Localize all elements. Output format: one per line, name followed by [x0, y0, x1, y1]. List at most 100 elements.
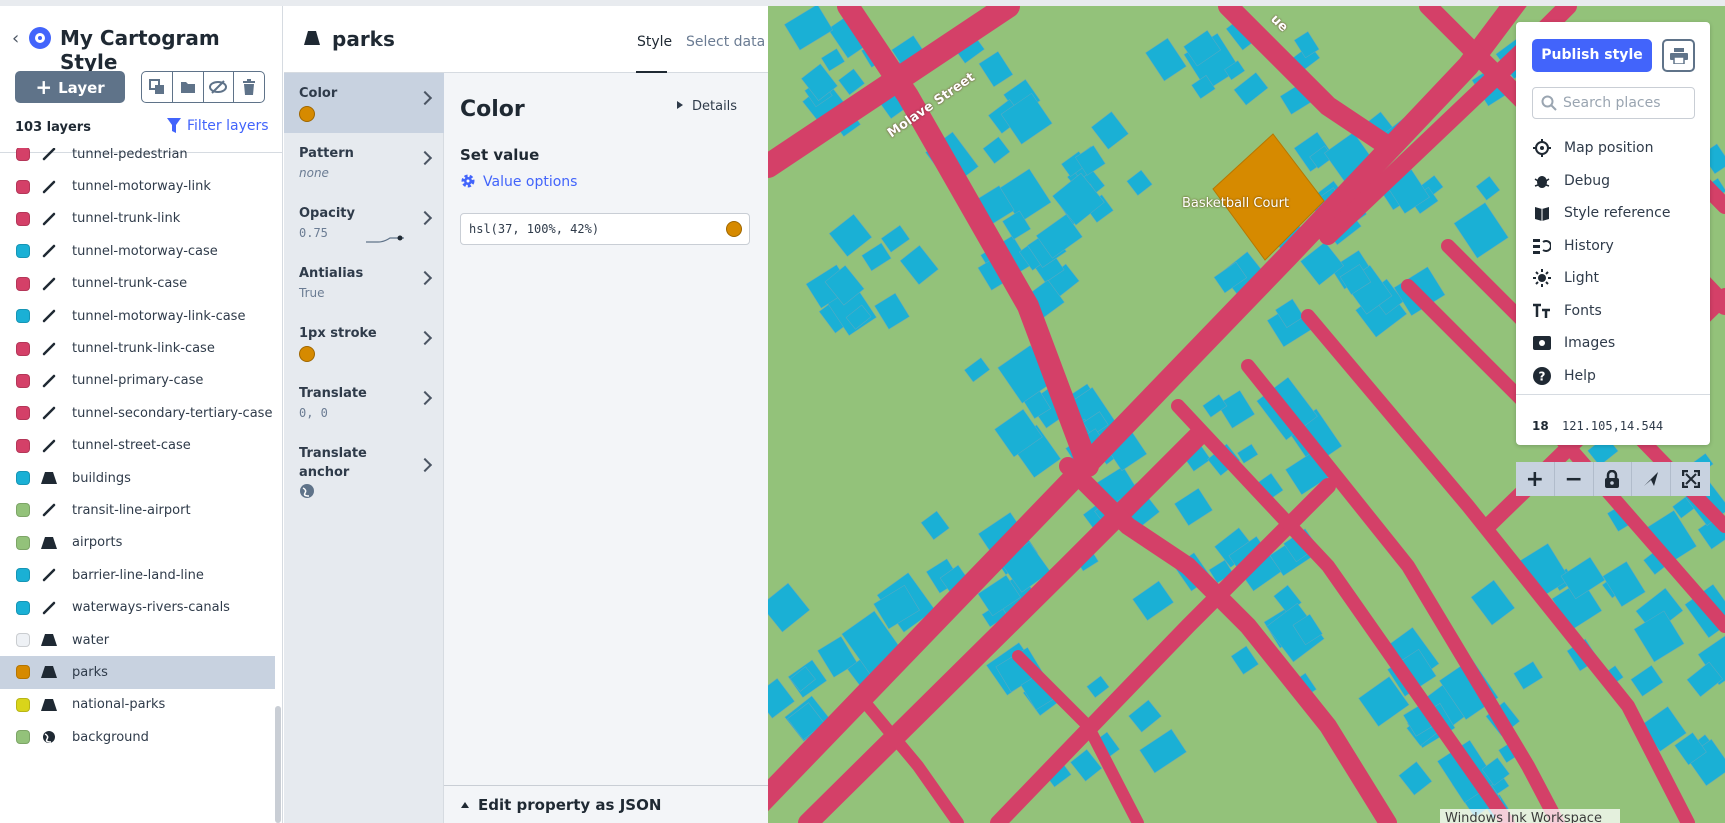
chevron-right-icon: [417, 457, 433, 473]
style-name[interactable]: My Cartogram Style: [60, 26, 283, 74]
layer-row[interactable]: buildings: [0, 462, 275, 494]
toolbar-separator: [1516, 394, 1710, 395]
property-label: Color: [299, 86, 338, 101]
layer-row[interactable]: tunnel-motorway-case: [0, 235, 275, 267]
layer-type-icon: [41, 567, 57, 583]
fullscreen-button[interactable]: [1671, 462, 1710, 496]
print-icon: [1669, 47, 1688, 64]
layer-color-swatch: [16, 633, 30, 648]
toolbar-item[interactable]: Style reference: [1532, 201, 1670, 225]
layer-color-swatch: [16, 406, 30, 421]
edit-json-toggle[interactable]: Edit property as JSON: [444, 785, 768, 823]
layer-row[interactable]: tunnel-motorway-link: [0, 170, 275, 202]
tab-select-data[interactable]: Select data: [686, 34, 765, 50]
print-button[interactable]: [1662, 39, 1695, 72]
layer-row[interactable]: tunnel-trunk-case: [0, 268, 275, 300]
toolbar-item[interactable]: Map position: [1532, 136, 1653, 160]
toolbar-item[interactable]: Debug: [1532, 169, 1610, 193]
chevron-right-icon: [417, 390, 433, 406]
chevron-right-icon: [417, 210, 433, 226]
line-layer-icon: [42, 245, 56, 258]
layer-row[interactable]: national-parks: [0, 689, 275, 721]
layer-row[interactable]: tunnel-secondary-tertiary-case: [0, 397, 275, 429]
details-toggle[interactable]: Details: [677, 99, 737, 114]
layer-row[interactable]: tunnel-pedestrian: [0, 148, 275, 170]
text-icon: [1532, 301, 1552, 321]
color-value-input[interactable]: hsl(37, 100%, 42%): [460, 213, 750, 245]
layer-row[interactable]: barrier-line-land-line: [0, 559, 275, 591]
property-item[interactable]: Opacity 0.75: [284, 193, 444, 253]
layer-type-icon: [41, 600, 57, 616]
toolbar-item[interactable]: Light: [1532, 266, 1599, 290]
property-item[interactable]: Translate 0, 0: [284, 373, 444, 433]
line-layer-icon: [42, 504, 56, 517]
help-icon: ?: [1532, 366, 1552, 386]
layer-name: tunnel-street-case: [72, 438, 191, 454]
tab-style[interactable]: Style: [637, 34, 672, 50]
globe-icon: [299, 483, 315, 503]
group-layers-button[interactable]: [173, 72, 204, 102]
svg-text:?: ?: [1539, 369, 1546, 383]
layer-row[interactable]: tunnel-street-case: [0, 430, 275, 462]
zoom-level: 18: [1532, 419, 1549, 433]
layers-panel-header: ‹ My Cartogram Style + Layer 103 layers …: [0, 6, 283, 153]
add-layer-button[interactable]: + Layer: [15, 71, 125, 103]
toolbar-item[interactable]: ? Help: [1532, 364, 1596, 388]
layer-name: airports: [72, 535, 123, 551]
property-item[interactable]: Antialias True: [284, 253, 444, 313]
toolbar-item-label: History: [1564, 237, 1614, 254]
layer-type-icon: [41, 148, 57, 162]
book-icon: [1532, 203, 1552, 223]
layer-row[interactable]: background: [0, 721, 275, 753]
toolbar-item-label: Map position: [1564, 140, 1654, 156]
filter-layers-button[interactable]: Filter layers: [167, 118, 269, 134]
search-placeholder: Search places: [1563, 95, 1661, 111]
layer-type-icon: [41, 243, 57, 259]
layer-row[interactable]: parks: [0, 656, 275, 689]
layer-list-scrollbar[interactable]: [275, 706, 281, 823]
layer-type-icon: [41, 470, 57, 486]
layer-row[interactable]: transit-line-airport: [0, 494, 275, 526]
fill-layer-icon: [41, 634, 57, 647]
color-picker-swatch[interactable]: [726, 221, 742, 237]
lock-button[interactable]: [1593, 462, 1633, 496]
toolbar-item[interactable]: History: [1532, 234, 1614, 258]
property-item[interactable]: Color: [284, 73, 444, 133]
zoom-out-button[interactable]: −: [1554, 462, 1594, 496]
property-item[interactable]: Pattern none: [284, 133, 444, 193]
filter-icon: [167, 118, 181, 133]
delete-layer-button[interactable]: [234, 72, 264, 102]
search-places-input[interactable]: Search places: [1532, 87, 1695, 119]
property-value: none: [299, 166, 329, 180]
line-layer-icon: [42, 439, 56, 452]
layer-row[interactable]: tunnel-motorway-link-case: [0, 300, 275, 332]
layer-name: tunnel-motorway-case: [72, 243, 218, 259]
windows-ink-workspace[interactable]: Windows Ink Workspace: [1440, 809, 1620, 823]
layer-name: tunnel-pedestrian: [72, 148, 188, 162]
compass-button[interactable]: [1632, 462, 1672, 496]
duplicate-layer-button[interactable]: [142, 72, 173, 102]
fullscreen-icon: [1681, 470, 1700, 488]
zoom-in-button[interactable]: +: [1516, 462, 1555, 496]
back-chevron-icon[interactable]: ‹: [12, 28, 19, 49]
line-layer-icon: [42, 212, 56, 226]
layer-color-swatch: [16, 211, 30, 226]
property-item[interactable]: 1px stroke: [284, 313, 444, 373]
line-layer-icon: [42, 148, 56, 161]
duplicate-icon: [148, 79, 164, 94]
line-layer-icon: [42, 601, 56, 614]
hide-layer-button[interactable]: [204, 72, 235, 102]
toolbar-item[interactable]: Fonts: [1532, 299, 1602, 323]
publish-style-button[interactable]: Publish style: [1532, 39, 1652, 72]
layer-color-swatch: [16, 341, 30, 356]
value-options-button[interactable]: Value options: [460, 173, 577, 190]
fill-layer-icon: [41, 666, 57, 679]
layer-row[interactable]: waterways-rivers-canals: [0, 591, 275, 623]
layer-row[interactable]: tunnel-primary-case: [0, 365, 275, 397]
property-item[interactable]: Translate anchor: [284, 433, 444, 508]
layer-row[interactable]: water: [0, 624, 275, 656]
layer-row[interactable]: airports: [0, 527, 275, 559]
layer-row[interactable]: tunnel-trunk-link-case: [0, 332, 275, 364]
layer-row[interactable]: tunnel-trunk-link: [0, 203, 275, 235]
toolbar-item[interactable]: Images: [1532, 331, 1615, 355]
